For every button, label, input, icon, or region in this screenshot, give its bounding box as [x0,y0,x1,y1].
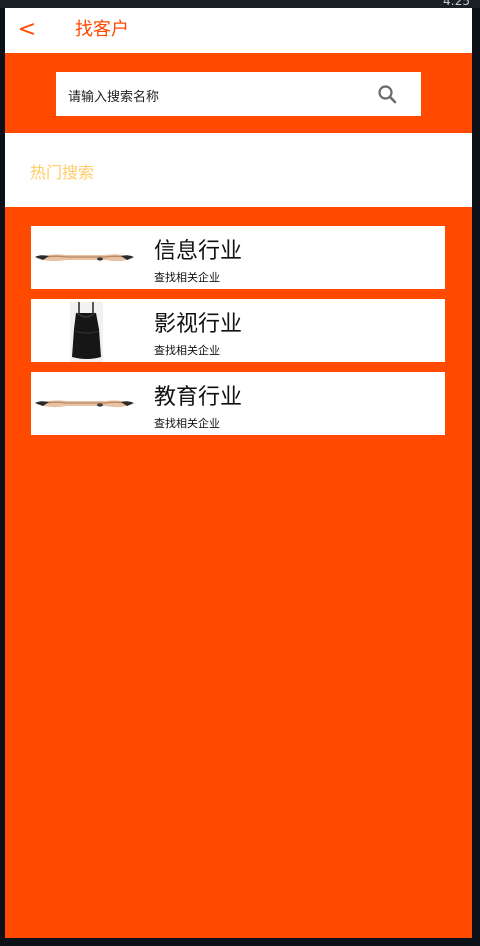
page-title: 找客户 [75,19,129,40]
item-subtitle: 查找相关企业 [154,417,220,430]
hot-search-band: 热门搜索 [5,133,472,207]
search-icon[interactable] [377,84,397,104]
navigation-bar [0,938,480,946]
bracelet-image [31,372,136,435]
app-container: < 找客户 请输入搜索名称 热门搜索 信息行业 查找相关企业 影视行业 查找相关… [5,8,472,938]
phone-screen: 4:25 < 找客户 请输入搜索名称 热门搜索 信息行业 查找相关企业 影视行业… [0,0,480,946]
back-icon[interactable]: < [15,16,39,44]
item-title: 信息行业 [154,239,243,264]
search-input[interactable]: 请输入搜索名称 [56,72,421,116]
bracelet-image [31,226,136,289]
list-item-film[interactable]: 影视行业 查找相关企业 [31,299,445,362]
item-title: 影视行业 [154,312,243,337]
search-section: 请输入搜索名称 [5,53,472,133]
status-bar: 4:25 [0,0,480,8]
status-time: 4:25 [443,0,470,8]
item-subtitle: 查找相关企业 [154,344,220,357]
dress-image [31,299,136,362]
title-bar: < 找客户 [5,8,472,53]
hot-search-title: 热门搜索 [30,163,95,182]
item-subtitle: 查找相关企业 [154,271,220,284]
list-item-education[interactable]: 教育行业 查找相关企业 [31,372,445,435]
item-title: 教育行业 [154,385,243,410]
list-item-information[interactable]: 信息行业 查找相关企业 [31,226,445,289]
industry-list: 信息行业 查找相关企业 影视行业 查找相关企业 教育行业 查找相关企业 [31,226,445,445]
search-placeholder: 请输入搜索名称 [68,90,160,105]
